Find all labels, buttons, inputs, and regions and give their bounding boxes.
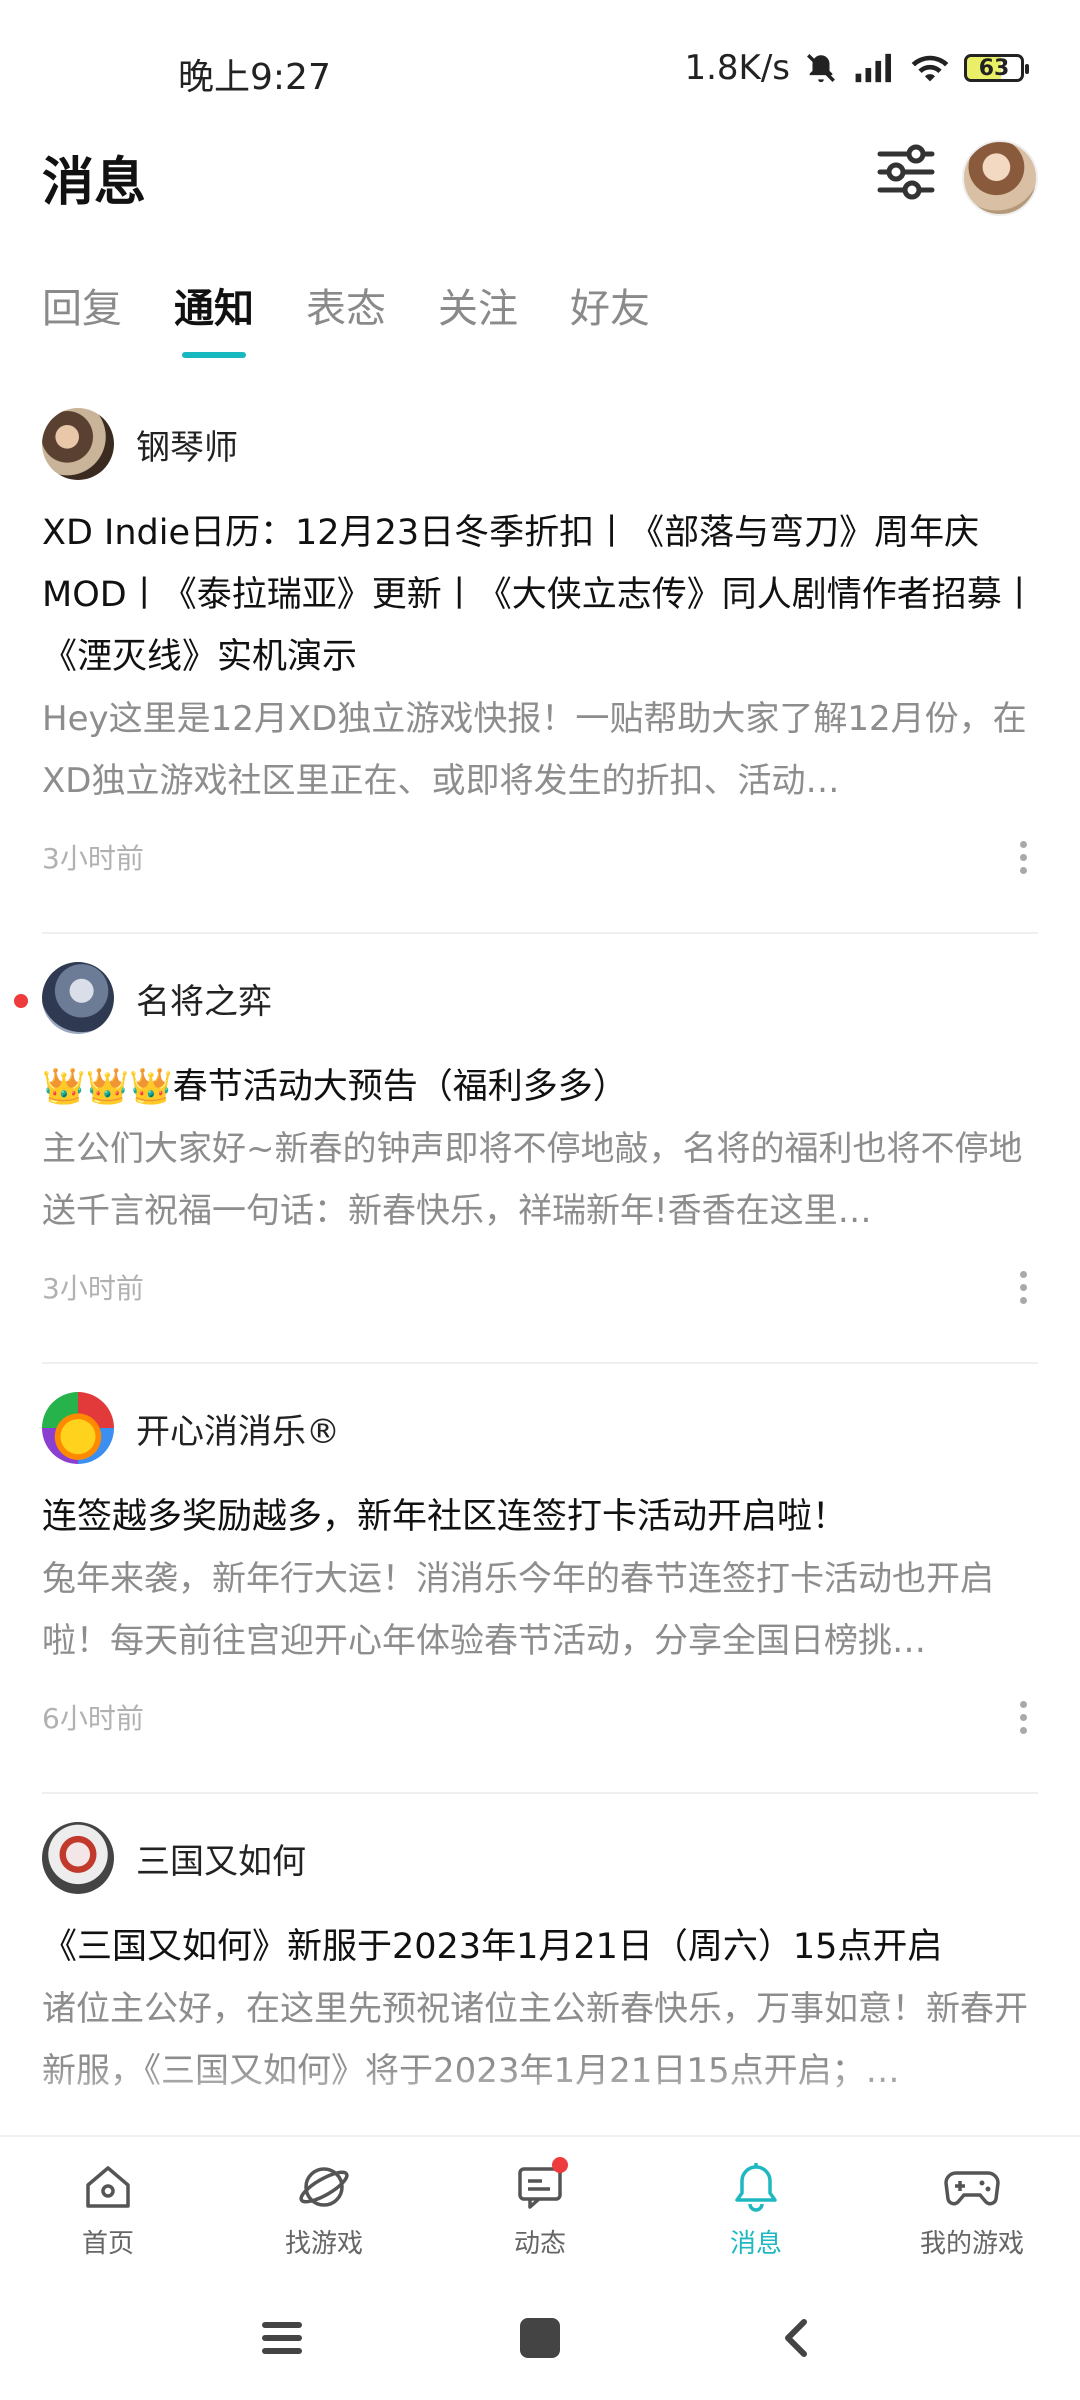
nav-label: 消息: [729, 2229, 782, 2259]
nav-feed[interactable]: 动态: [432, 2137, 648, 2277]
more-options-icon[interactable]: [1008, 1700, 1038, 1734]
sender-name[interactable]: 开心消消乐®: [136, 1404, 340, 1453]
tab-active-indicator: [182, 352, 246, 358]
sender-avatar[interactable]: [42, 962, 114, 1034]
tab-following[interactable]: 关注: [438, 276, 518, 352]
sender-avatar[interactable]: [42, 1822, 114, 1894]
tab-label: 回复: [42, 286, 122, 332]
nav-messages[interactable]: 消息: [648, 2137, 864, 2277]
sender-avatar[interactable]: [42, 1392, 114, 1464]
tab-reply[interactable]: 回复: [42, 276, 122, 352]
nav-label: 首页: [81, 2229, 134, 2259]
tab-label: 表态: [306, 286, 386, 332]
battery-icon: 63: [964, 54, 1029, 82]
unread-dot: [14, 994, 28, 1008]
page-title: 消息: [42, 153, 147, 213]
bell-icon: [735, 2163, 777, 2212]
wifi-icon: [910, 51, 950, 85]
status-bar: 晚上9:27 1.8K/s 63: [0, 0, 1080, 140]
sliders-icon: [877, 144, 935, 200]
back-icon[interactable]: [774, 2314, 822, 2362]
notification-item[interactable]: 开心消消乐® 连签越多奖励越多，新年社区连签打卡活动开启啦！ 兔年来袭，新年行大…: [0, 1364, 1080, 1794]
sender-avatar[interactable]: [42, 408, 114, 480]
more-options-icon[interactable]: [1008, 1270, 1038, 1304]
mute-bell-icon: [804, 51, 838, 85]
system-navigation: [0, 2275, 1080, 2400]
status-icons: 1.8K/s 63: [684, 48, 1029, 88]
tab-notification[interactable]: 通知: [174, 276, 254, 358]
nav-label: 我的游戏: [919, 2229, 1024, 2259]
notification-time: 3小时前: [42, 842, 144, 875]
home-icon: [86, 2166, 130, 2208]
sender-name[interactable]: 钢琴师: [136, 420, 238, 469]
sender-name[interactable]: 名将之弈: [136, 974, 272, 1023]
tab-label: 好友: [570, 286, 650, 332]
sender-name[interactable]: 三国又如何: [136, 1834, 306, 1883]
notification-item[interactable]: 三国又如何 《三国又如何》新服于2023年1月21日（周六）15点开启 诸位主公…: [0, 1794, 1080, 2102]
user-avatar[interactable]: [962, 140, 1038, 216]
discover-icon: [299, 2167, 349, 2207]
notification-time: 3小时前: [42, 1272, 144, 1305]
nav-home[interactable]: 首页: [0, 2137, 216, 2277]
notification-item[interactable]: 名将之弈 👑👑👑春节活动大预告（福利多多） 主公们大家好~新春的钟声即将不停地敲…: [0, 934, 1080, 1364]
nav-discover[interactable]: 找游戏: [216, 2137, 432, 2277]
tab-reaction[interactable]: 表态: [306, 276, 386, 352]
gamepad-icon: [944, 2171, 1000, 2206]
notification-title: 👑👑👑春节活动大预告（福利多多）: [42, 1056, 1038, 1118]
crown-icons: 👑👑👑: [42, 1067, 173, 1107]
notification-body: 兔年来袭，新年行大运！消消乐今年的春节连签打卡活动也开启啦！每天前往宫迎开心年体…: [42, 1559, 994, 1661]
tab-label: 通知: [174, 286, 254, 332]
filter-settings-button[interactable]: [874, 140, 938, 204]
nav-label: 动态: [513, 2229, 566, 2259]
notification-item[interactable]: 钢琴师 XD Indie日历：12月23日冬季折扣丨《部落与弯刀》周年庆MOD丨…: [0, 380, 1080, 934]
notification-body: Hey这里是12月XD独立游戏快报！一贴帮助大家了解12月份，在XD独立游戏社区…: [42, 699, 1027, 801]
notification-title: 连签越多奖励越多，新年社区连签打卡活动开启啦！: [42, 1497, 848, 1537]
notification-list: 钢琴师 XD Indie日历：12月23日冬季折扣丨《部落与弯刀》周年庆MOD丨…: [0, 380, 1080, 2102]
tab-friends[interactable]: 好友: [570, 276, 650, 352]
nav-label: 找游戏: [284, 2229, 363, 2259]
scroll-fade: [0, 2065, 1080, 2135]
message-tabs: 回复 通知 表态 关注 好友: [42, 276, 650, 358]
more-options-icon[interactable]: [1008, 840, 1038, 874]
home-square-icon[interactable]: [516, 2314, 564, 2362]
notification-title: 《三国又如何》新服于2023年1月21日（周六）15点开启: [42, 1927, 943, 1967]
signal-icon: [852, 51, 896, 85]
tab-label: 关注: [438, 286, 518, 332]
notification-title: XD Indie日历：12月23日冬季折扣丨《部落与弯刀》周年庆MOD丨《泰拉瑞…: [42, 513, 1037, 677]
bottom-navigation: 首页 找游戏 动态 消息 我的游戏: [0, 2135, 1080, 2277]
notification-body: 主公们大家好~新春的钟声即将不停地敲，名将的福利也将不停地送千言祝福一句话：新春…: [42, 1129, 1023, 1231]
notification-time: 6小时前: [42, 1702, 144, 1735]
network-speed: 1.8K/s: [684, 48, 790, 88]
nav-my-games[interactable]: 我的游戏: [864, 2137, 1080, 2277]
status-time: 晚上9:27: [178, 57, 331, 98]
menu-icon[interactable]: [258, 2314, 306, 2362]
notification-title-text: 春节活动大预告（福利多多）: [172, 1067, 628, 1107]
feed-badge: [552, 2157, 568, 2173]
